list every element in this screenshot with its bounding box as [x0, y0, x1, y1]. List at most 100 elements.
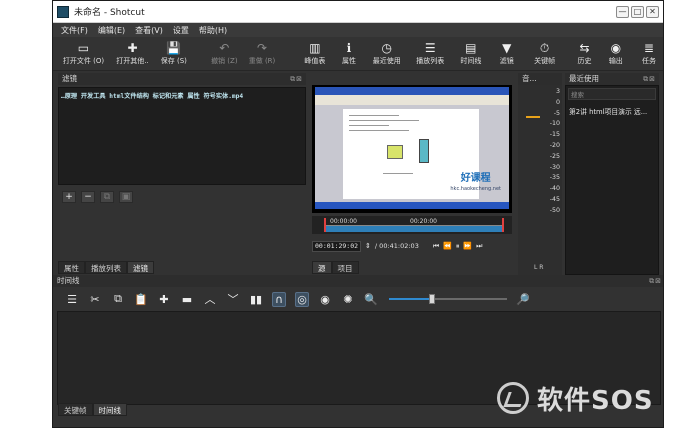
menu-file[interactable]: 文件(F) [61, 25, 88, 36]
toolbar-playlist-button[interactable]: ☰ 播放列表 [412, 40, 449, 66]
toolbar-label: 打开文件 (O) [62, 57, 105, 65]
meter-panel-title: 音... [522, 74, 537, 83]
window-title: 未命名 - Shotcut [74, 8, 145, 18]
skip-previous-button[interactable]: ⏮ [433, 242, 439, 251]
toolbar-filter-button[interactable]: ▼ 滤镜 [493, 40, 521, 66]
toolbar-label: 撤销 (Z) [211, 57, 238, 65]
video-preview[interactable]: 好课程 hkc.haokecheng.net [312, 85, 512, 213]
recent-dock-icon[interactable]: ⧉⊠ [643, 73, 656, 85]
list-item[interactable]: 第2讲 html项目演示 远... [566, 102, 658, 120]
meter-tick-label: -45 [549, 195, 560, 203]
snap-icon[interactable]: ∩ [272, 291, 286, 307]
scrub-bar[interactable]: 00:00:00 00:20:00 [312, 216, 512, 234]
filters-list[interactable]: …原理 开发工具 html文件结构 标记和元素 属性 符号实体.mp4 [58, 87, 306, 185]
maximize-button[interactable]: □ [631, 5, 644, 18]
timeline-menu-icon[interactable]: ☰ [65, 293, 79, 306]
site-logo-icon [497, 382, 529, 414]
cut-icon[interactable]: ✂ [88, 293, 102, 306]
toolbar-save-button[interactable]: 💾 保存 (S) [155, 40, 192, 66]
in-point-marker[interactable] [324, 218, 326, 232]
toolbar-label: 关键帧 [534, 57, 556, 65]
overwrite-icon[interactable]: ﹀ [226, 291, 240, 307]
meter-tick-label: -25 [549, 152, 560, 160]
recent-search-input[interactable]: 搜索 [568, 88, 656, 100]
current-timecode-field[interactable]: 00:01:29:02 [312, 240, 362, 252]
undo-icon: ↶ [219, 41, 230, 55]
toolbar-timeline-button[interactable]: ▤ 时间线 [455, 40, 487, 66]
fast-forward-button[interactable]: ⏩ [463, 242, 472, 250]
out-point-marker[interactable] [502, 218, 504, 232]
append-icon[interactable]: ✚ [157, 293, 171, 306]
skip-next-button[interactable]: ⏭ [476, 242, 482, 251]
timeline-toolbar: ☰ ✂ ⧉ 📋 ✚ ▬ ︿ ﹀ ▮▮ ∩ ◎ ◉ ✺ 🔍 🔎 [53, 289, 663, 309]
copy-icon[interactable]: ⧉ [111, 292, 125, 306]
title-bar: 未命名 - Shotcut — □ ✕ [53, 1, 663, 23]
tab-keyframes[interactable]: 关键帧 [58, 403, 93, 416]
menu-bar: 文件(F) 编辑(E) 查看(V) 设置 帮助(H) [53, 23, 663, 37]
split-icon[interactable]: ▮▮ [249, 293, 263, 306]
video-frame-image: 好课程 hkc.haokecheng.net [315, 87, 509, 209]
tab-properties[interactable]: 属性 [58, 261, 85, 274]
paste-icon[interactable]: 📋 [134, 293, 148, 306]
rewind-button[interactable]: ⏪ [443, 242, 452, 250]
pause-button[interactable]: ⏸ [456, 242, 460, 251]
timeline-panel-header: 时间线 ⧉⊠ [53, 275, 663, 287]
properties-icon: ℹ [346, 41, 352, 55]
toolbar-recent-button[interactable]: ◷ 最近使用 [368, 40, 405, 66]
dock-float-icon[interactable]: ⧉⊠ [290, 73, 303, 85]
transport-bar: 00:01:29:02 ⇕ / 00:41:02:03 ⏮ ⏪ ⏸ ⏩ ⏭ [312, 239, 512, 253]
toolbar-export-button[interactable]: ◉ 输出 [603, 40, 629, 66]
remove-filter-button[interactable]: − [81, 191, 95, 203]
tab-playlist[interactable]: 播放列表 [85, 261, 127, 274]
zoom-in-icon[interactable]: 🔎 [516, 293, 530, 306]
toolbar-undo-button[interactable]: ↶ 撤销 (Z) [207, 40, 243, 66]
meter-scale: 3 0 -5 -10 -15 -20 -25 -30 -35 -40 -45 -50 [550, 87, 560, 217]
menu-settings[interactable]: 设置 [173, 25, 189, 36]
remove-icon[interactable]: ▬ [180, 293, 194, 306]
recent-icon: ◷ [381, 41, 393, 55]
shotcut-window: 未命名 - Shotcut — □ ✕ 文件(F) 编辑(E) 查看(V) 设置… [52, 0, 664, 428]
toolbar-label: 历史 [577, 57, 592, 65]
toolbar-open-file-button[interactable]: ▭ 打开文件 (O) [61, 40, 106, 66]
meter-tick-label: -40 [549, 185, 560, 193]
filters-panel: …原理 开发工具 html文件结构 标记和元素 属性 符号实体.mp4 + − … [58, 85, 306, 275]
timeline-zoom-slider[interactable] [389, 294, 507, 304]
menu-help[interactable]: 帮助(H) [199, 25, 227, 36]
tab-source[interactable]: 源 [312, 261, 332, 274]
zoom-out-icon[interactable]: 🔍 [364, 293, 378, 306]
toolbar-label: 保存 (S) [160, 57, 187, 65]
ripple-icon[interactable]: ◉ [318, 293, 332, 306]
toolbar-history-button[interactable]: ⇆ 历史 [572, 40, 596, 66]
meter-tick-label: -5 [553, 109, 560, 117]
add-filter-button[interactable]: + [62, 191, 76, 203]
scrub-icon[interactable]: ◎ [295, 291, 309, 307]
toolbar-open-other-button[interactable]: ✚ 打开其他.. [112, 40, 153, 66]
toolbar-properties-button[interactable]: ℹ 属性 [336, 40, 362, 66]
toolbar-label: 属性 [341, 57, 356, 65]
minimize-button[interactable]: — [616, 5, 629, 18]
lift-icon[interactable]: ︿ [203, 291, 217, 307]
menu-edit[interactable]: 编辑(E) [98, 25, 125, 36]
menu-view[interactable]: 查看(V) [135, 25, 163, 36]
timecode-spin-icon[interactable]: ⇕ [365, 242, 371, 250]
tab-filters[interactable]: 滤镜 [127, 261, 154, 274]
timeline-dock-icon[interactable]: ⧉⊠ [649, 275, 662, 287]
toolbar-label: 打开其他.. [116, 57, 149, 65]
paste-filter-button[interactable]: ▣ [119, 191, 133, 203]
toolbar-jobs-button[interactable]: ≣ 任务 [635, 40, 663, 66]
toolbar-keyframes-button[interactable]: ⏱ 关键帧 [527, 40, 563, 66]
export-icon: ◉ [610, 41, 622, 55]
filters-panel-title: 滤镜 [62, 74, 77, 83]
ruler-start-label: 00:00:00 [330, 218, 357, 225]
ripple-all-icon[interactable]: ✺ [341, 293, 355, 306]
copy-filter-button[interactable]: ⧉ [100, 191, 114, 203]
zoom-slider-handle[interactable] [429, 294, 436, 304]
main-toolbar: ▭ 打开文件 (O) ✚ 打开其他.. 💾 保存 (S) ↶ 撤销 (Z) ↷ 重做 (R) ▥ 峰值… [53, 37, 663, 71]
toolbar-peak-meter-button[interactable]: ▥ 峰值表 [300, 40, 330, 66]
toolbar-redo-button[interactable]: ↷ 重做 (R) [246, 40, 278, 66]
redo-icon: ↷ [256, 41, 268, 55]
close-button[interactable]: ✕ [646, 5, 659, 18]
toolbar-label: 重做 (R) [248, 57, 276, 65]
tab-project[interactable]: 项目 [331, 261, 359, 274]
tab-timeline[interactable]: 时间线 [92, 403, 127, 416]
